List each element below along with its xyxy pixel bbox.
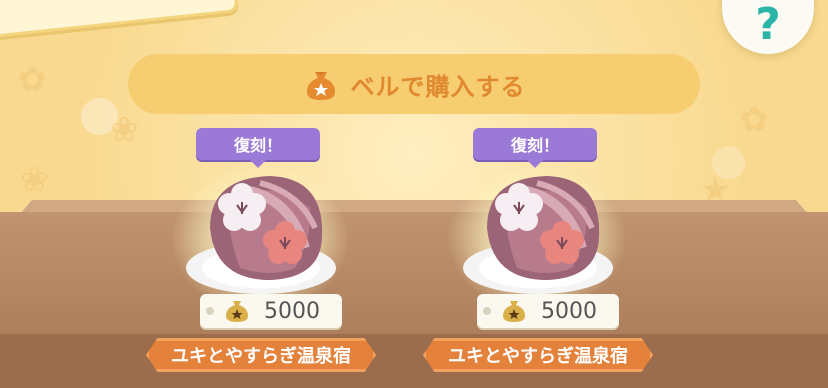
bell-bag-icon xyxy=(226,301,248,322)
rerun-badge: 復刻！ xyxy=(196,128,320,168)
shop-item[interactable]: 復刻！ 5000 ユキとやすらぎ温泉宿 xyxy=(146,124,376,374)
price-tag: 5000 xyxy=(477,294,619,328)
rerun-badge: 復刻！ xyxy=(473,128,597,168)
purchase-header: ベルで購入する xyxy=(128,54,700,114)
bell-bag-icon xyxy=(306,72,335,100)
leaf-motif-icon: ❀ xyxy=(110,110,139,150)
leaf-motif-icon: ✿ xyxy=(740,100,769,140)
leaf-motif-icon: ✿ xyxy=(18,60,47,100)
price-value: 5000 xyxy=(264,298,320,324)
leaf-motif-icon: ❀ xyxy=(20,160,49,200)
sakura-cushion-icon xyxy=(210,176,323,280)
price-tag: 5000 xyxy=(200,294,342,328)
shop-item[interactable]: 復刻！ 5000 ユキとやすらぎ温泉宿 xyxy=(423,124,653,374)
tag-hole xyxy=(483,307,491,315)
shelf-front xyxy=(0,334,828,388)
purchase-title: ベルで購入する xyxy=(350,72,526,101)
tag-hole xyxy=(206,307,214,315)
sakura-cushion-icon xyxy=(487,176,600,280)
bell-bag-icon xyxy=(503,301,525,322)
help-label: ? xyxy=(755,0,781,50)
price-value: 5000 xyxy=(541,298,597,324)
set-name-label: ユキとやすらぎ温泉宿 xyxy=(423,338,653,372)
set-name-label: ユキとやすらぎ温泉宿 xyxy=(146,338,376,372)
